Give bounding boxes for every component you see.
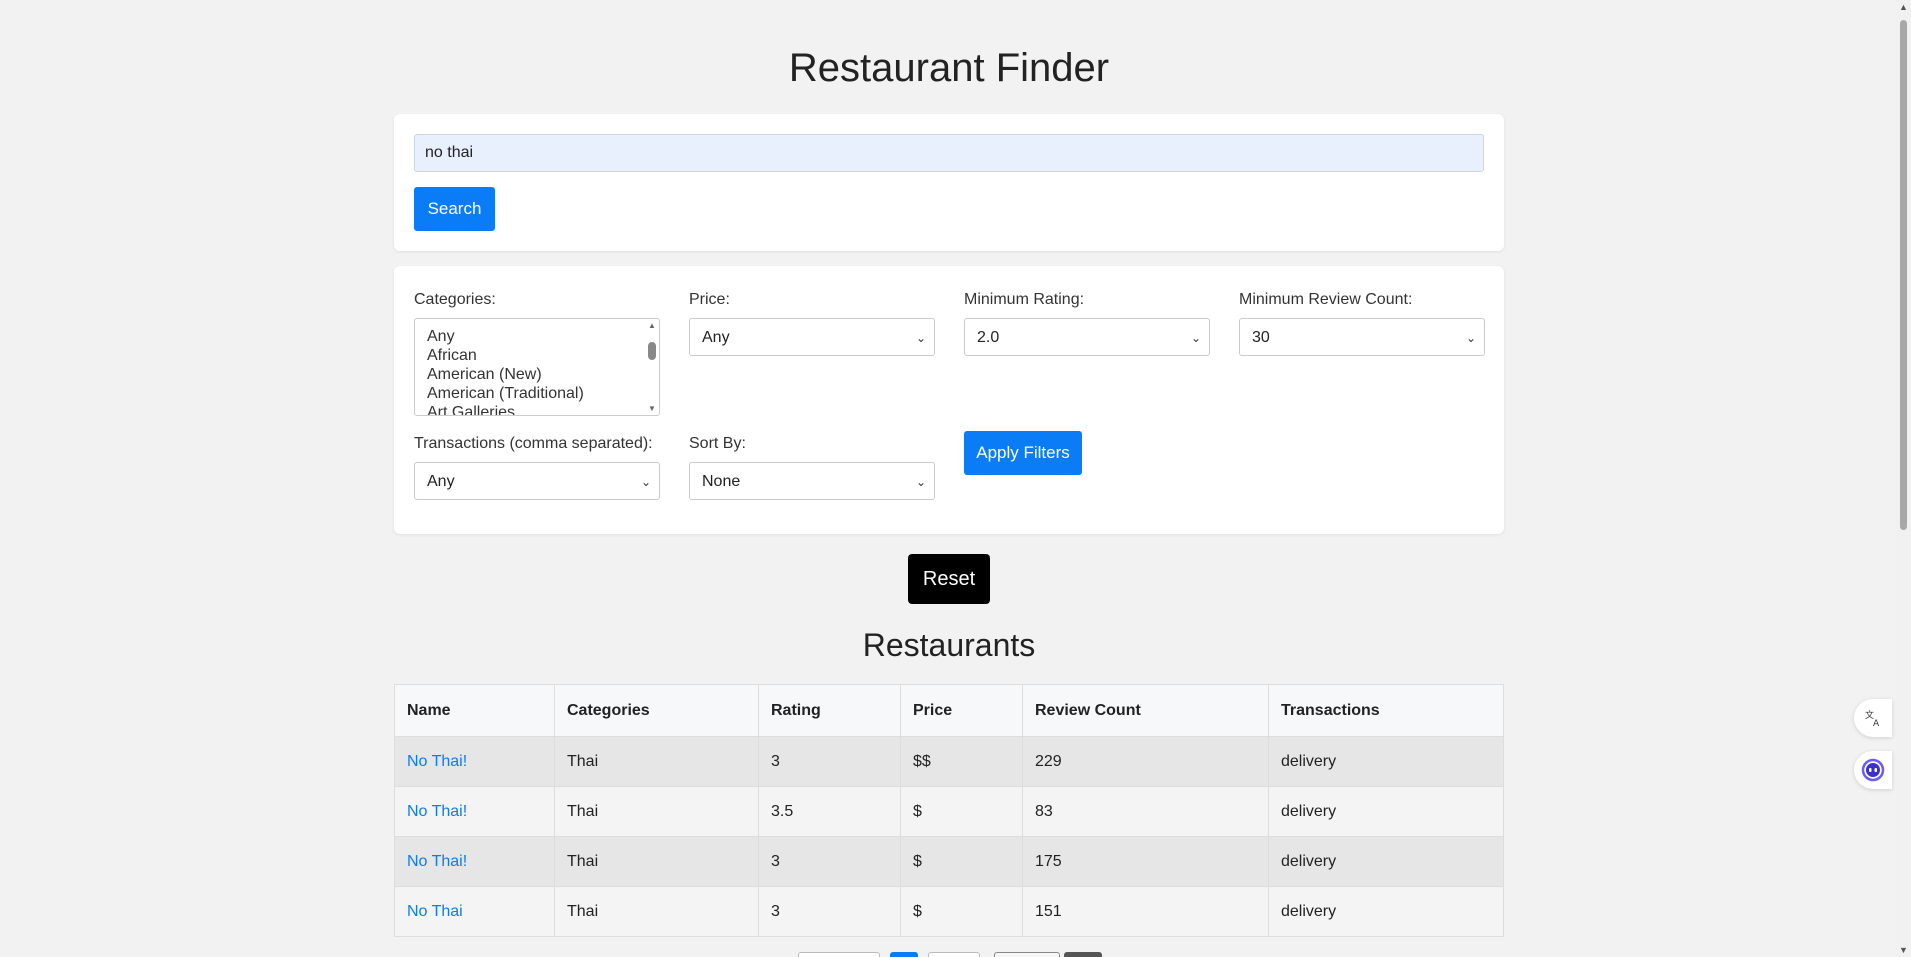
column-header-name[interactable]: Name <box>394 684 555 737</box>
min-rating-label: Minimum Rating: <box>964 291 1085 308</box>
scroll-up-icon[interactable]: ▲ <box>647 321 657 330</box>
category-option[interactable]: Art Galleries <box>415 403 659 415</box>
restaurant-link[interactable]: No Thai! <box>407 853 467 870</box>
filters-card: Categories: Any African American (New) A… <box>394 266 1504 534</box>
column-header-rating[interactable]: Rating <box>758 684 901 737</box>
categories-scrollbar[interactable]: ▲ ▼ <box>647 321 657 413</box>
cell-categories: Thai <box>554 786 759 837</box>
scroll-down-icon[interactable]: ▼ <box>1896 945 1911 955</box>
cell-rating: 3 <box>758 836 901 887</box>
column-header-transactions[interactable]: Transactions <box>1268 684 1504 737</box>
page: Restaurant Finder Search Categories: Any… <box>0 0 1911 957</box>
cell-review-count: 175 <box>1022 836 1269 887</box>
cell-name: No Thai <box>394 886 555 937</box>
restaurant-link[interactable]: No Thai! <box>407 803 467 820</box>
apply-filters-button[interactable]: Apply Filters <box>964 431 1082 475</box>
price-select[interactable]: Any ⌄ <box>689 318 935 356</box>
restaurant-link[interactable]: No Thai! <box>407 753 467 770</box>
page-scrollbar-thumb[interactable] <box>1900 20 1907 530</box>
cell-transactions: delivery <box>1268 886 1504 937</box>
cell-transactions: delivery <box>1268 736 1504 787</box>
min-rating-select[interactable]: 2.0 ⌄ <box>964 318 1210 356</box>
pagination-prev-button[interactable] <box>798 952 880 957</box>
categories-label: Categories: <box>414 291 496 308</box>
table-row: No Thai! Thai 3.5 $ 83 delivery <box>394 786 1504 837</box>
transactions-selected: Any <box>427 473 455 490</box>
translate-button[interactable]: 文 A <box>1854 699 1892 737</box>
min-review-count-label: Minimum Review Count: <box>1239 291 1413 308</box>
min-review-count-select[interactable]: 30 ⌄ <box>1239 318 1485 356</box>
page-scrollbar[interactable]: ▲ ▼ <box>1896 0 1911 957</box>
search-button[interactable]: Search <box>414 187 495 231</box>
cell-review-count: 229 <box>1022 736 1269 787</box>
cell-name: No Thai! <box>394 836 555 887</box>
sort-by-select[interactable]: None ⌄ <box>689 462 935 500</box>
column-header-categories[interactable]: Categories <box>554 684 759 737</box>
price-label: Price: <box>689 291 730 308</box>
reset-button[interactable]: Reset <box>908 554 990 604</box>
min-rating-selected: 2.0 <box>977 329 1000 346</box>
pagination-last-button[interactable] <box>1064 952 1102 957</box>
sort-by-selected: None <box>702 473 741 490</box>
cell-rating: 3 <box>758 886 901 937</box>
translate-icon: 文 A <box>1865 709 1880 728</box>
table-header-row: Name Categories Rating Price Review Coun… <box>394 684 1504 737</box>
category-option[interactable]: American (New) <box>415 365 659 384</box>
cell-price: $ <box>900 786 1023 837</box>
cell-price: $ <box>900 886 1023 937</box>
chevron-down-icon: ⌄ <box>915 331 926 345</box>
restaurant-link[interactable]: No Thai <box>407 903 463 920</box>
pagination-current-page[interactable] <box>890 952 918 957</box>
column-header-review-count[interactable]: Review Count <box>1022 684 1269 737</box>
search-input[interactable] <box>414 134 1484 172</box>
table-row: No Thai Thai 3 $ 151 delivery <box>394 886 1504 937</box>
chevron-down-icon: ⌄ <box>1465 331 1476 345</box>
scroll-up-icon[interactable]: ▲ <box>1896 2 1911 12</box>
scroll-down-icon[interactable]: ▼ <box>647 404 657 413</box>
pagination-next-button[interactable] <box>994 952 1060 957</box>
cell-name: No Thai! <box>394 736 555 787</box>
cell-categories: Thai <box>554 736 759 787</box>
cell-rating: 3 <box>758 736 901 787</box>
category-option[interactable]: Any <box>415 327 659 346</box>
cell-rating: 3.5 <box>758 786 901 837</box>
cell-transactions: delivery <box>1268 836 1504 887</box>
min-review-count-selected: 30 <box>1252 329 1270 346</box>
page-title: Restaurant Finder <box>788 46 1110 90</box>
results-table: Name Categories Rating Price Review Coun… <box>394 684 1504 937</box>
results-title: Restaurants <box>862 627 1036 663</box>
cell-categories: Thai <box>554 836 759 887</box>
cell-review-count: 151 <box>1022 886 1269 937</box>
pagination-page-button[interactable] <box>928 952 980 957</box>
category-option[interactable]: African <box>415 346 659 365</box>
category-option[interactable]: American (Traditional) <box>415 384 659 403</box>
categories-listbox[interactable]: Any African American (New) American (Tra… <box>414 318 660 416</box>
chevron-down-icon: ⌄ <box>915 475 926 489</box>
chevron-down-icon: ⌄ <box>1190 331 1201 345</box>
cell-price: $ <box>900 836 1023 887</box>
scrollbar-thumb[interactable] <box>648 342 656 360</box>
price-selected: Any <box>702 329 730 346</box>
svg-text:A: A <box>1873 719 1880 728</box>
sort-by-label: Sort By: <box>689 435 746 452</box>
table-row: No Thai! Thai 3 $$ 229 delivery <box>394 736 1504 787</box>
cell-price: $$ <box>900 736 1023 787</box>
transactions-select[interactable]: Any ⌄ <box>414 462 660 500</box>
search-card: Search <box>394 114 1504 251</box>
table-row: No Thai! Thai 3 $ 175 delivery <box>394 836 1504 887</box>
chevron-down-icon: ⌄ <box>640 475 651 489</box>
assistant-icon <box>1861 758 1885 782</box>
cell-transactions: delivery <box>1268 786 1504 837</box>
cell-review-count: 83 <box>1022 786 1269 837</box>
assistant-button[interactable] <box>1854 751 1892 789</box>
column-header-price[interactable]: Price <box>900 684 1023 737</box>
cell-name: No Thai! <box>394 786 555 837</box>
cell-categories: Thai <box>554 886 759 937</box>
transactions-label: Transactions (comma separated): <box>414 435 653 452</box>
